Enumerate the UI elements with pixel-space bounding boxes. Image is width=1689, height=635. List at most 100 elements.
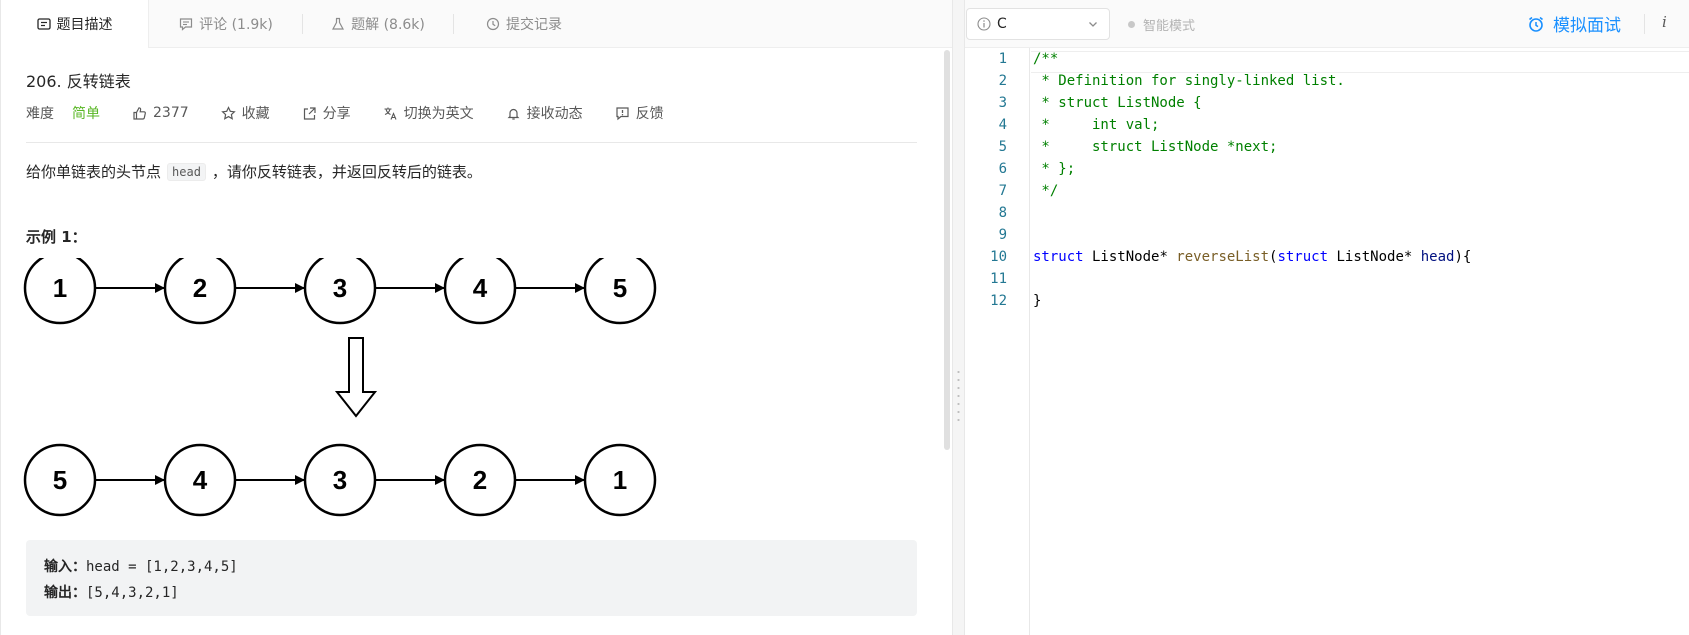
- tab-description[interactable]: 题目描述: [1, 0, 149, 48]
- line-number: 4: [998, 117, 1007, 133]
- history-icon: [486, 17, 500, 31]
- feedback-button[interactable]: 反馈: [615, 103, 664, 123]
- example-output-value: [5,4,3,2,1]: [86, 585, 179, 601]
- mock-interview-button[interactable]: 模拟面试: [1527, 11, 1621, 36]
- keyword-struct: struct: [1033, 249, 1084, 265]
- code-text: struct ListNode* reverseList(struct List…: [1033, 246, 1471, 268]
- switch-language-label: 切换为英文: [403, 106, 474, 122]
- code-line: 10 struct ListNode* reverseList(struct Li…: [965, 246, 1689, 268]
- feedback-icon: [616, 106, 629, 120]
- problem-description: 给你单链表的头节点 head ，请你反转链表，并返回反转后的链表。: [26, 161, 482, 182]
- difficulty-badge: 简单: [72, 106, 100, 122]
- tab-divider: [302, 14, 303, 34]
- example-input: 输入：head = [1,2,3,4,5]: [44, 554, 899, 580]
- bell-icon: [507, 108, 520, 120]
- brace: ){: [1454, 249, 1472, 265]
- comment-icon: [180, 18, 193, 31]
- line-number: 5: [998, 139, 1007, 155]
- line-number: 11: [990, 271, 1007, 287]
- line-number: 2: [998, 73, 1007, 89]
- tab-comments-label: 评论 (1.9k): [199, 17, 273, 33]
- thumbs-up-icon: [133, 106, 146, 120]
- code-line: 11: [965, 268, 1689, 290]
- node-value: 3: [333, 465, 347, 495]
- code-line: 3 * struct ListNode {: [965, 92, 1689, 114]
- feedback-label: 反馈: [635, 106, 664, 122]
- problem-tabs: 题目描述 评论 (1.9k) 题解 (8.6k) 提交记录: [1, 0, 953, 48]
- code-text: * };: [1033, 161, 1076, 177]
- node-value: 2: [193, 273, 207, 303]
- tab-comments[interactable]: 评论 (1.9k): [171, 0, 281, 48]
- line-number: 1: [998, 51, 1007, 67]
- example-io-box: 输入：head = [1,2,3,4,5] 输出：[5,4,3,2,1]: [26, 540, 917, 616]
- linked-list-diagram: 1 2 3 4 5 5 4 3 2 1: [23, 258, 657, 517]
- pointer: *: [1159, 249, 1177, 265]
- share-label: 分享: [322, 106, 351, 122]
- param-name: head: [1420, 249, 1455, 265]
- pointer: *: [1403, 249, 1421, 265]
- favorite-button[interactable]: 收藏: [220, 103, 270, 123]
- flask-icon: [332, 17, 345, 30]
- code-text: * struct ListNode {: [1033, 95, 1202, 111]
- code-line: 1 /**: [965, 48, 1689, 70]
- node-value: 2: [473, 465, 487, 495]
- node-value: 1: [613, 465, 627, 495]
- info-icon[interactable]: i: [1662, 13, 1667, 31]
- difficulty: 难度 简单: [26, 103, 100, 123]
- node-value: 4: [473, 273, 488, 303]
- inline-code-head: head: [167, 162, 206, 181]
- share-button[interactable]: 分享: [302, 103, 351, 123]
- problem-meta: 难度 简单 2377 收藏 分享 切换为英文 接收动态 反馈: [26, 102, 696, 124]
- like-button[interactable]: 2377: [132, 105, 189, 121]
- language-value: C: [997, 16, 1007, 32]
- subscribe-label: 接收动态: [526, 106, 583, 122]
- code-text: */: [1033, 183, 1059, 199]
- alarm-clock-icon: [1529, 16, 1543, 32]
- tab-submissions[interactable]: 提交记录: [474, 0, 574, 48]
- node-value: 5: [613, 273, 627, 303]
- share-icon: [303, 106, 316, 120]
- smart-mode-label: 智能模式: [1143, 19, 1196, 34]
- tab-divider: [453, 14, 454, 34]
- mock-interview-label: 模拟面试: [1553, 16, 1621, 36]
- line-number: 12: [990, 293, 1007, 309]
- chevron-down-icon: [1089, 22, 1097, 27]
- code-line: 4 * int val;: [965, 114, 1689, 136]
- type-name: ListNode: [1328, 249, 1404, 265]
- line-number: 7: [998, 183, 1007, 199]
- switch-language-button[interactable]: 切换为英文: [383, 103, 474, 123]
- panel-resize-handle[interactable]: [952, 0, 965, 635]
- example-output: 输出：[5,4,3,2,1]: [44, 580, 899, 606]
- language-select[interactable]: C: [966, 8, 1110, 40]
- line-number: 6: [998, 161, 1007, 177]
- star-icon: [220, 105, 236, 120]
- description-text-1: 给你单链表的头节点: [26, 163, 162, 181]
- example-input-label: 输入：: [44, 559, 86, 575]
- problem-title: 206. 反转链表: [26, 72, 131, 91]
- description-icon: [36, 18, 51, 30]
- problem-panel: 题目描述 评论 (1.9k) 题解 (8.6k) 提交记录 206. 反转链表 …: [0, 0, 953, 635]
- tab-description-label: 题目描述: [56, 17, 113, 33]
- down-arrow-icon: [334, 337, 378, 418]
- code-line: 12}: [965, 290, 1689, 312]
- description-text-2: ，请你反转链表，并返回反转后的链表。: [211, 163, 482, 181]
- smart-mode-toggle[interactable]: 智能模式: [1128, 15, 1195, 34]
- example-title: 示例 1：: [26, 228, 87, 246]
- like-count: 2377: [153, 105, 189, 121]
- node-value: 4: [193, 465, 208, 495]
- code-text: * int val;: [1033, 117, 1160, 133]
- input-list: 1 2 3 4 5: [23, 258, 657, 325]
- description-scrollbar[interactable]: [944, 50, 950, 450]
- translate-icon: [384, 107, 397, 120]
- type-name: ListNode: [1083, 249, 1160, 265]
- editor-toolbar: C 智能模式 模拟面试 i: [965, 0, 1689, 48]
- code-text: /**: [1033, 51, 1059, 67]
- tab-solutions[interactable]: 题解 (8.6k): [323, 0, 433, 48]
- editor-panel: C 智能模式 模拟面试 i 1 /** 2 * Definition for si…: [965, 0, 1689, 635]
- node-value: 3: [333, 273, 347, 303]
- subscribe-button[interactable]: 接收动态: [506, 103, 583, 123]
- line-number: 10: [990, 249, 1007, 265]
- code-text: * struct ListNode *next;: [1033, 139, 1278, 155]
- code-editor[interactable]: 1 /** 2 * Definition for singly-linked li…: [965, 48, 1689, 635]
- node-value: 5: [53, 465, 67, 495]
